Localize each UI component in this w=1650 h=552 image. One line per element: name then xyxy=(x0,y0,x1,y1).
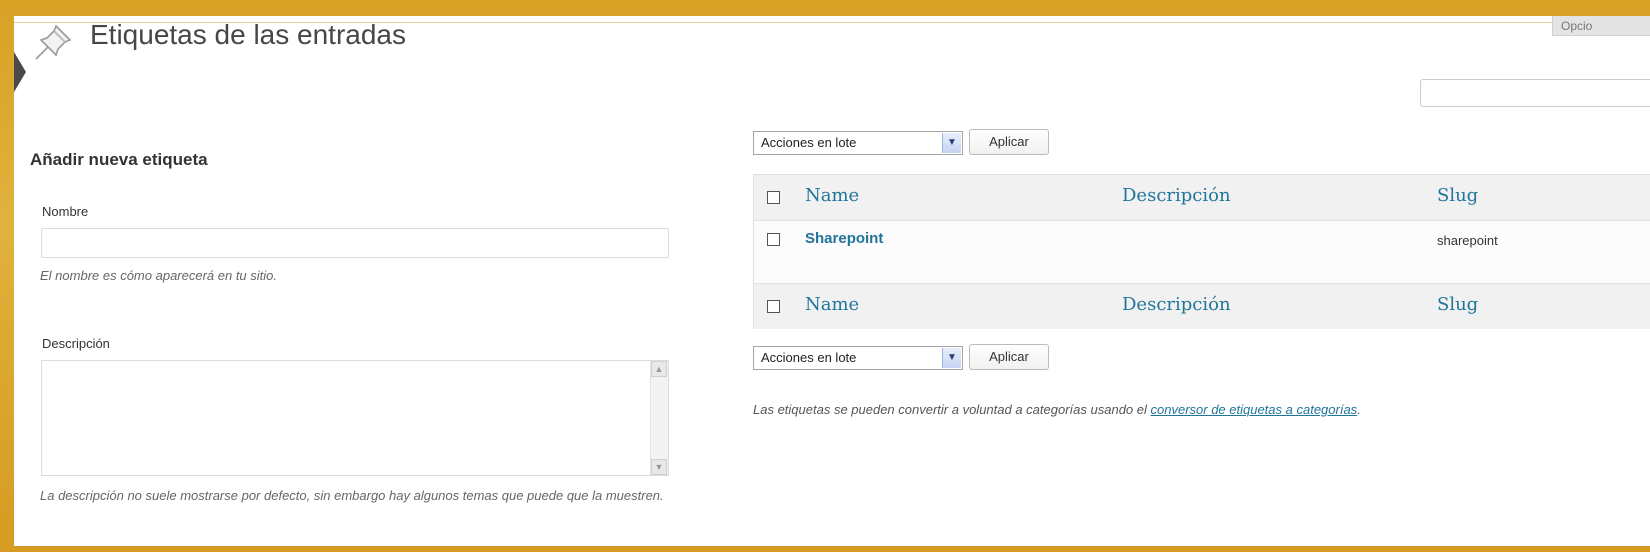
name-label: Nombre xyxy=(42,204,89,219)
screen-options-button[interactable]: Opcio xyxy=(1552,16,1650,36)
apply-button-bottom[interactable]: Aplicar xyxy=(969,344,1049,370)
table-footer: Name Descripción Slug xyxy=(754,283,1650,329)
row-checkbox[interactable] xyxy=(767,233,780,246)
chevron-down-icon[interactable]: ▼ xyxy=(942,348,961,368)
name-hint: El nombre es cómo aparecerá en tu sitio. xyxy=(40,268,278,283)
description-textarea[interactable]: ▲ ▼ xyxy=(41,360,669,476)
column-header-description[interactable]: Descripción xyxy=(1122,185,1231,206)
apply-button-top[interactable]: Aplicar xyxy=(969,129,1049,155)
converter-note-end: . xyxy=(1357,402,1361,417)
scroll-down-icon[interactable]: ▼ xyxy=(651,459,667,475)
converter-note-text: Las etiquetas se pueden convertir a volu… xyxy=(753,402,1151,417)
bulk-actions-select-top[interactable]: Acciones en lote ▼ xyxy=(753,131,963,155)
tag-name-link[interactable]: Sharepoint xyxy=(805,230,883,247)
tags-table: Name Descripción Slug Sharepoint sharepo… xyxy=(753,174,1650,329)
bulk-actions-value-bottom: Acciones en lote xyxy=(761,350,857,365)
page-title: Etiquetas de las entradas xyxy=(90,19,406,50)
description-label: Descripción xyxy=(42,336,110,351)
table-row: Sharepoint sharepoint xyxy=(754,221,1650,283)
pin-icon xyxy=(35,24,72,60)
scroll-up-icon[interactable]: ▲ xyxy=(651,361,667,377)
name-field[interactable] xyxy=(41,228,669,258)
table-header: Name Descripción Slug xyxy=(754,175,1650,221)
column-footer-description[interactable]: Descripción xyxy=(1122,294,1231,315)
add-tag-heading: Añadir nueva etiqueta xyxy=(30,150,208,169)
column-footer-slug[interactable]: Slug xyxy=(1437,294,1478,315)
admin-page: Opcio Etiquetas de las entradas Añadir n… xyxy=(14,16,1650,546)
tag-slug: sharepoint xyxy=(1437,233,1498,248)
bulk-actions-select-bottom[interactable]: Acciones en lote ▼ xyxy=(753,346,963,370)
textarea-scrollbar[interactable]: ▲ ▼ xyxy=(650,361,668,475)
converter-note: Las etiquetas se pueden convertir a volu… xyxy=(753,402,1361,417)
select-all-checkbox[interactable] xyxy=(767,191,780,204)
bulk-actions-value: Acciones en lote xyxy=(761,135,857,150)
select-all-checkbox-footer[interactable] xyxy=(767,300,780,313)
column-footer-name[interactable]: Name xyxy=(805,294,859,315)
description-hint: La descripción no suele mostrarse por de… xyxy=(40,488,664,503)
chevron-down-icon[interactable]: ▼ xyxy=(942,133,961,153)
search-input[interactable] xyxy=(1420,79,1650,107)
collapse-menu-tab[interactable] xyxy=(14,52,26,92)
tag-converter-link[interactable]: conversor de etiquetas a categorías xyxy=(1151,402,1358,417)
column-header-slug[interactable]: Slug xyxy=(1437,185,1478,206)
column-header-name[interactable]: Name xyxy=(805,185,859,206)
